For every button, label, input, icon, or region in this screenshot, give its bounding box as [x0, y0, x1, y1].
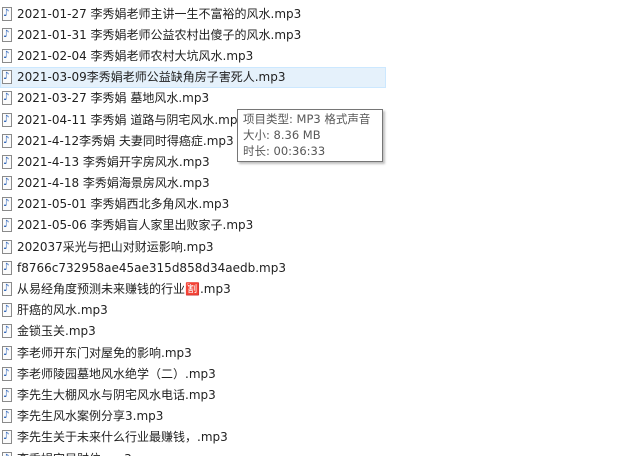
file-row[interactable]: 金锁玉关.mp3: [0, 321, 628, 342]
file-name: 李老师陵园墓地风水绝学（二）.mp3: [17, 366, 216, 381]
file-row[interactable]: 肝癌的风水.mp3: [0, 300, 628, 321]
audio-file-icon: [2, 112, 12, 127]
tooltip-item-type: 项目类型: MP3 格式声音: [243, 112, 371, 126]
file-name: 从易经角度预测未来赚钱的行业🈹.mp3: [17, 282, 231, 297]
audio-file-icon: [2, 451, 12, 456]
file-name: 肝癌的风水.mp3: [17, 303, 108, 318]
file-name: 2021-04-11 李秀娟 道路与阴宅风水.mp3: [17, 112, 246, 127]
file-row[interactable]: 李秀娟宅局财位.mp3: [0, 448, 628, 456]
audio-file-icon: [2, 345, 12, 360]
file-row[interactable]: 2021-4-18 李秀娟海景房风水.mp3: [0, 173, 628, 194]
file-name: 李先生关于未来什么行业最赚钱，.mp3: [17, 430, 228, 445]
file-name: 2021-4-18 李秀娟海景房风水.mp3: [17, 176, 210, 191]
file-row[interactable]: 2021-03-27 李秀娟 墓地风水.mp3: [0, 88, 628, 109]
audio-file-icon: [2, 70, 12, 85]
audio-file-icon: [2, 239, 12, 254]
file-name: 金锁玉关.mp3: [17, 324, 96, 339]
audio-file-icon: [2, 324, 12, 339]
file-row[interactable]: 李老师陵园墓地风水绝学（二）.mp3: [0, 363, 628, 384]
file-name: 202037采光与把山对财运影响.mp3: [17, 239, 214, 254]
audio-file-icon: [2, 27, 12, 42]
file-name: 2021-02-04 李秀娟老师农村大坑风水.mp3: [17, 48, 254, 63]
file-row[interactable]: 2021-02-04 李秀娟老师农村大坑风水.mp3: [0, 45, 628, 66]
file-name: 2021-01-27 李秀娟老师主讲一生不富裕的风水.mp3: [17, 6, 302, 21]
file-info-tooltip: 项目类型: MP3 格式声音 大小: 8.36 MB 时长: 00:36:33: [237, 109, 383, 162]
audio-file-icon: [2, 282, 12, 297]
tooltip-size: 大小: 8.36 MB: [243, 128, 321, 142]
file-row[interactable]: 2021-01-27 李秀娟老师主讲一生不富裕的风水.mp3: [0, 3, 628, 24]
audio-file-icon: [2, 430, 12, 445]
audio-file-icon: [2, 197, 12, 212]
file-name: 2021-4-12李秀娟 夫妻同时得癌症.mp3: [17, 133, 234, 148]
tooltip-duration: 时长: 00:36:33: [243, 144, 326, 158]
audio-file-icon: [2, 154, 12, 169]
file-name: 李先生风水案例分享3.mp3: [17, 409, 164, 424]
file-name: 2021-03-27 李秀娟 墓地风水.mp3: [17, 91, 210, 106]
file-row[interactable]: 李老师开东门对屋免的影响.mp3: [0, 342, 628, 363]
file-name: 2021-05-01 李秀娟西北多角风水.mp3: [17, 197, 230, 212]
file-row[interactable]: 李先生关于未来什么行业最赚钱，.mp3: [0, 427, 628, 448]
audio-file-icon: [2, 133, 12, 148]
file-row[interactable]: 2021-05-06 李秀娟盲人家里出败家子.mp3: [0, 215, 628, 236]
file-name: 2021-01-31 李秀娟老师公益农村出傻子的风水.mp3: [17, 27, 302, 42]
file-name: 2021-05-06 李秀娟盲人家里出败家子.mp3: [17, 218, 254, 233]
file-row[interactable]: 2021-01-31 李秀娟老师公益农村出傻子的风水.mp3: [0, 24, 628, 45]
file-name: 2021-03-09李秀娟老师公益缺角房子害死人.mp3: [17, 70, 286, 85]
file-row[interactable]: 李先生大棚风水与阴宅风水电话.mp3: [0, 384, 628, 405]
file-name: 李先生大棚风水与阴宅风水电话.mp3: [17, 387, 216, 402]
file-row[interactable]: f8766c732958ae45ae315d858d34aedb.mp3: [0, 257, 628, 278]
file-row[interactable]: 202037采光与把山对财运影响.mp3: [0, 236, 628, 257]
audio-file-icon: [2, 260, 12, 275]
file-name: 李老师开东门对屋免的影响.mp3: [17, 345, 192, 360]
file-list: 2021-01-27 李秀娟老师主讲一生不富裕的风水.mp3 2021-01-31…: [0, 3, 628, 456]
file-name: 李秀娟宅局财位.mp3: [17, 451, 132, 456]
audio-file-icon: [2, 91, 12, 106]
file-row[interactable]: 2021-05-01 李秀娟西北多角风水.mp3: [0, 194, 628, 215]
audio-file-icon: [2, 48, 12, 63]
audio-file-icon: [2, 409, 12, 424]
file-row[interactable]: 2021-03-09李秀娟老师公益缺角房子害死人.mp3: [0, 66, 386, 88]
file-name: 2021-4-13 李秀娟开字房风水.mp3: [17, 154, 210, 169]
file-row[interactable]: 李先生风水案例分享3.mp3: [0, 406, 628, 427]
file-name: f8766c732958ae45ae315d858d34aedb.mp3: [17, 260, 286, 275]
audio-file-icon: [2, 366, 12, 381]
file-row[interactable]: 从易经角度预测未来赚钱的行业🈹.mp3: [0, 278, 628, 299]
audio-file-icon: [2, 6, 12, 21]
audio-file-icon: [2, 387, 12, 402]
audio-file-icon: [2, 218, 12, 233]
audio-file-icon: [2, 303, 12, 318]
audio-file-icon: [2, 176, 12, 191]
